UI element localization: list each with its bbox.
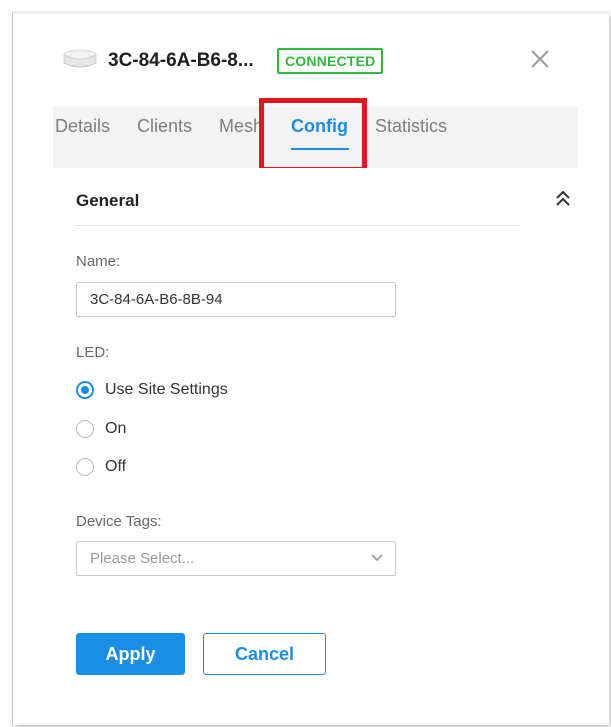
- led-label: LED:: [76, 344, 110, 361]
- radio-label: Use Site Settings: [105, 381, 228, 398]
- radio-button[interactable]: [76, 458, 94, 476]
- config-content: General Name: LED: Use Site Settings On …: [53, 168, 578, 694]
- led-option-on[interactable]: On: [76, 417, 126, 441]
- tab-statistics[interactable]: Statistics: [375, 116, 447, 137]
- close-icon[interactable]: [529, 48, 551, 70]
- section-divider: [75, 225, 519, 226]
- led-option-off[interactable]: Off: [76, 455, 126, 479]
- access-point-icon: [63, 49, 97, 68]
- cancel-button[interactable]: Cancel: [203, 633, 326, 675]
- tab-mesh[interactable]: Mesh: [219, 116, 259, 137]
- name-label: Name:: [76, 253, 121, 270]
- radio-label: On: [105, 420, 127, 437]
- apply-button[interactable]: Apply: [76, 633, 185, 675]
- tab-bar: Details Clients Mesh Config Statistics: [53, 106, 578, 168]
- tab-clients[interactable]: Clients: [137, 116, 192, 137]
- tab-config[interactable]: Config: [291, 116, 348, 137]
- select-placeholder: Please Select...: [90, 550, 195, 567]
- chevron-down-icon: [371, 554, 383, 562]
- double-chevron-up-icon[interactable]: [555, 190, 571, 208]
- device-tags-label: Device Tags:: [76, 513, 162, 530]
- radio-button[interactable]: [76, 420, 94, 438]
- status-badge: CONNECTED: [277, 48, 384, 74]
- tab-details[interactable]: Details: [55, 116, 110, 137]
- radio-label: Off: [105, 458, 127, 475]
- name-input[interactable]: [76, 282, 396, 317]
- active-tab-indicator: [291, 148, 349, 150]
- panel-header: 3C-84-6A-B6-8... CONNECTED: [53, 44, 578, 80]
- led-option-use-site-settings[interactable]: Use Site Settings: [76, 378, 228, 402]
- device-detail-panel: 3C-84-6A-B6-8... CONNECTED Details Clien…: [53, 44, 578, 694]
- radio-button-checked[interactable]: [76, 381, 94, 399]
- section-title-general: General: [76, 191, 140, 210]
- device-name: 3C-84-6A-B6-8...: [108, 50, 254, 71]
- device-tags-select[interactable]: Please Select...: [76, 541, 396, 576]
